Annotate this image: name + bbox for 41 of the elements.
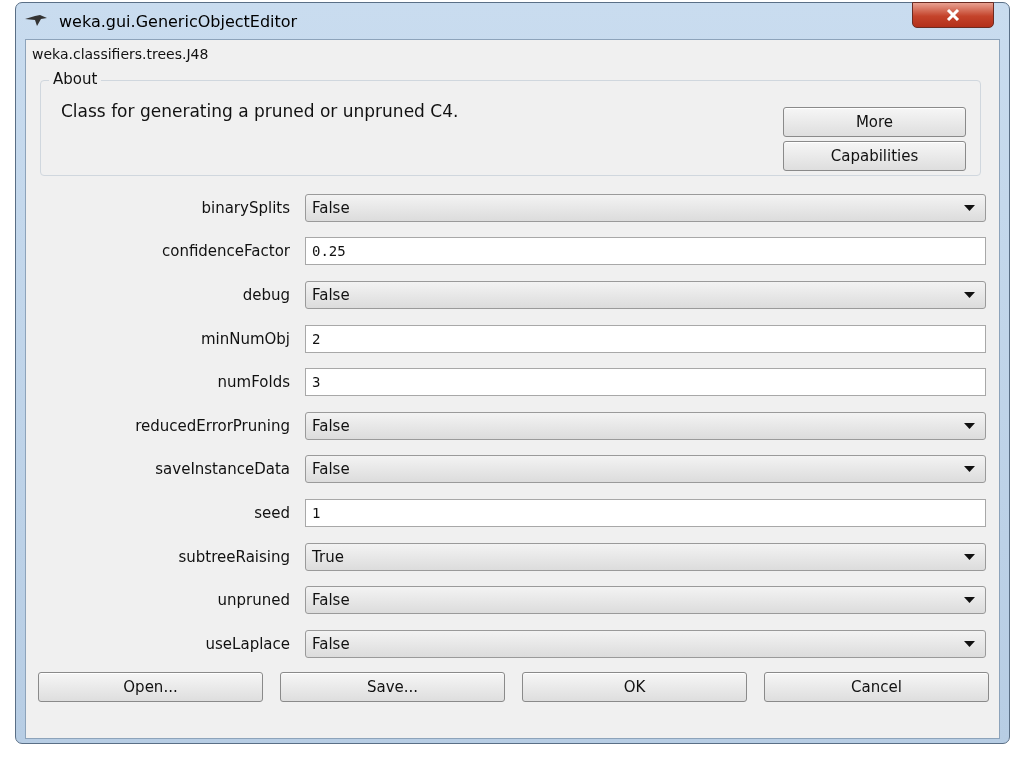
close-icon	[946, 9, 960, 21]
property-label: useLaplace	[204, 634, 291, 653]
input-field[interactable]: 3	[305, 368, 986, 397]
property-label: reducedErrorPruning	[134, 416, 291, 435]
caret-icon	[964, 466, 975, 473]
property-label: confidenceFactor	[160, 242, 291, 261]
property-label: numFolds	[216, 373, 291, 392]
cancel-button[interactable]: Cancel	[764, 671, 989, 702]
property-label: seed	[253, 503, 291, 522]
dropdown[interactable]: True	[305, 542, 986, 571]
save-button[interactable]: Save...	[280, 671, 505, 702]
more-button[interactable]: More	[783, 107, 966, 137]
caret-icon	[964, 553, 975, 560]
property-label: unpruned	[216, 591, 291, 610]
window-title: weka.gui.GenericObjectEditor	[59, 11, 298, 31]
bird-icon	[25, 15, 49, 27]
dropdown[interactable]: False	[305, 629, 986, 658]
input-field[interactable]: 1	[305, 498, 986, 527]
dropdown[interactable]: False	[305, 586, 986, 615]
close-button[interactable]	[912, 2, 994, 28]
caret-icon	[964, 597, 975, 604]
caret-icon	[964, 204, 975, 211]
class-description: Class for generating a pruned or unpruned C4.	[61, 101, 459, 123]
caret-icon	[964, 292, 975, 298]
open-button[interactable]: Open...	[38, 671, 263, 702]
property-label: minNumObj	[199, 329, 291, 348]
input-field[interactable]: 0.25	[305, 237, 986, 266]
caret-icon	[964, 640, 975, 647]
class-name: weka.classifiers.trees.J48	[32, 46, 210, 64]
property-label: binarySplits	[200, 198, 291, 217]
dropdown[interactable]: False	[305, 193, 986, 222]
dropdown[interactable]: False	[305, 281, 986, 309]
property-label: debug	[241, 286, 291, 304]
caret-icon	[964, 422, 975, 429]
property-label: subtreeRaising	[177, 547, 291, 566]
dropdown[interactable]: False	[305, 411, 986, 440]
dropdown[interactable]: False	[305, 455, 986, 484]
property-label: saveInstanceData	[154, 460, 291, 479]
ok-button[interactable]: OK	[522, 671, 747, 702]
capabilities-button[interactable]: Capabilities	[783, 141, 966, 171]
input-field[interactable]: 2	[305, 324, 986, 353]
